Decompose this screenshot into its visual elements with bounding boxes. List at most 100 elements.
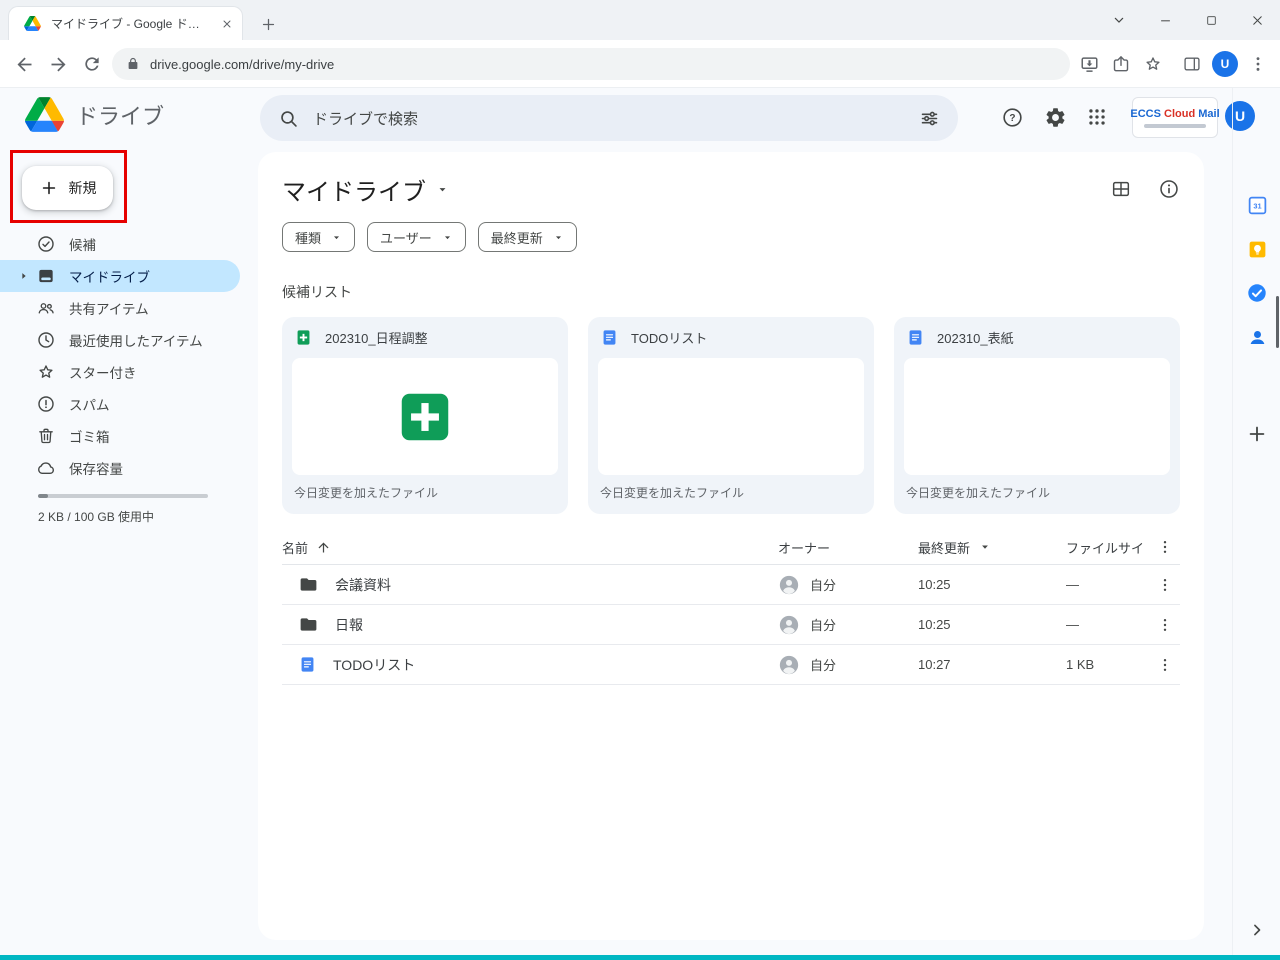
window-close-button[interactable] [1234, 0, 1280, 40]
card-caption: 今日変更を加えたファイル [894, 475, 1180, 510]
sidebar-item-trash[interactable]: ゴミ箱 [0, 420, 240, 452]
browser-tab[interactable]: マイドライブ - Google ドライブ [8, 6, 243, 40]
collapse-panel-icon[interactable] [1245, 918, 1269, 942]
storage-progress-bar [38, 494, 208, 498]
scrollbar-thumb[interactable] [1276, 296, 1279, 348]
window-maximize-button[interactable] [1188, 0, 1234, 40]
sidebar-item-my-drive[interactable]: マイドライブ [0, 260, 240, 292]
column-header-size-label: ファイルサイ [1066, 538, 1144, 557]
suggestions-section-label: 候補リスト [282, 282, 1180, 299]
storage-usage-text: 2 KB / 100 GB 使用中 [38, 508, 154, 525]
card-file-name: 202310_日程調整 [325, 328, 428, 347]
chip-type[interactable]: 種類 [282, 222, 355, 252]
settings-icon[interactable] [1042, 104, 1068, 130]
sheets-icon [294, 328, 313, 347]
side-panel-icon[interactable] [1180, 52, 1204, 76]
table-row-nippo[interactable]: 日報 自分 10:25 — [282, 605, 1180, 645]
column-header-modified[interactable]: 最終更新 [918, 538, 1066, 557]
card-file-name: TODOリスト [631, 328, 707, 347]
drive-wordmark: ドライブ [76, 99, 164, 131]
sidebar-item-recent[interactable]: 最近使用したアイテム [0, 324, 240, 356]
row-menu-button[interactable] [1150, 656, 1180, 674]
info-icon[interactable] [1158, 178, 1180, 200]
card-caption: 今日変更を加えたファイル [282, 475, 568, 510]
people-icon [36, 298, 56, 318]
browser-profile-avatar[interactable]: U [1212, 51, 1238, 77]
help-icon[interactable]: ? [999, 104, 1025, 130]
caret-down-icon [553, 232, 564, 243]
tab-close-icon[interactable] [218, 15, 236, 33]
tasks-icon[interactable] [1245, 281, 1269, 305]
sidebar-item-label: ゴミ箱 [69, 426, 110, 446]
table-row-kaigi[interactable]: 会議資料 自分 10:25 — [282, 565, 1180, 605]
card-caption: 今日変更を加えたファイル [588, 475, 874, 510]
new-tab-button[interactable] [254, 10, 282, 38]
drive-logo-home[interactable]: ドライブ [25, 97, 164, 132]
bookmark-star-icon[interactable] [1141, 52, 1165, 76]
sidebar-item-label: 最近使用したアイテム [69, 330, 203, 350]
refresh-button[interactable] [80, 52, 104, 76]
card-file-name: 202310_表紙 [937, 328, 1014, 347]
lock-icon[interactable] [126, 57, 140, 71]
card-preview [904, 358, 1170, 475]
tune-icon[interactable] [919, 108, 940, 129]
sidebar-item-spam[interactable]: スパム [0, 388, 240, 420]
back-button[interactable] [12, 52, 36, 76]
owner-avatar-icon [778, 654, 800, 676]
table-options-button[interactable] [1150, 538, 1180, 556]
row-menu-button[interactable] [1150, 576, 1180, 594]
modified-time: 10:25 [918, 577, 1066, 592]
forward-button[interactable] [46, 52, 70, 76]
file-name: 日報 [335, 615, 363, 635]
sidebar-item-storage[interactable]: 保存容量 [0, 452, 240, 484]
grid-view-icon[interactable] [1110, 178, 1132, 200]
spam-icon [36, 394, 56, 414]
file-name: TODOリスト [333, 655, 415, 675]
search-icon[interactable] [278, 108, 299, 129]
chip-user[interactable]: ユーザー [367, 222, 466, 252]
chip-label: 最終更新 [491, 228, 543, 247]
filter-chips: 種類 ユーザー 最終更新 [282, 222, 1180, 252]
sidebar-item-suggested[interactable]: 候補 [0, 228, 240, 260]
apps-grid-icon[interactable] [1084, 104, 1110, 130]
install-icon[interactable] [1077, 52, 1101, 76]
sheets-logo-icon [394, 386, 456, 448]
folder-icon [298, 614, 319, 635]
chip-label: 種類 [295, 228, 321, 247]
window-minimize-button[interactable] [1142, 0, 1188, 40]
sidebar-item-label: 共有アイテム [69, 298, 149, 318]
search-bar[interactable]: ドライブで検索 [260, 95, 958, 141]
browser-toolbar: drive.google.com/drive/my-drive U [0, 40, 1280, 88]
column-header-name[interactable]: 名前 [282, 538, 778, 557]
contacts-icon[interactable] [1245, 325, 1269, 349]
share-icon[interactable] [1109, 52, 1133, 76]
page-title-dropdown[interactable]: マイドライブ [282, 172, 449, 207]
sidebar-item-starred[interactable]: スター付き [0, 356, 240, 388]
modified-time: 10:27 [918, 657, 1066, 672]
main-content: マイドライブ 種類 [258, 152, 1204, 940]
browser-menu-icon[interactable] [1246, 52, 1270, 76]
sidebar-item-label: スパム [69, 394, 110, 414]
owner-label: 自分 [810, 615, 836, 634]
suggested-card-sheets[interactable]: 202310_日程調整 今日変更を加えたファイル [282, 317, 568, 514]
tab-search-chevron-icon[interactable] [1096, 0, 1142, 40]
keep-icon[interactable] [1245, 237, 1269, 261]
search-input[interactable]: ドライブで検索 [313, 108, 905, 129]
suggested-card-todo[interactable]: TODOリスト 今日変更を加えたファイル [588, 317, 874, 514]
row-menu-button[interactable] [1150, 616, 1180, 634]
window-controls [1096, 0, 1280, 40]
column-header-name-label: 名前 [282, 538, 308, 557]
sidebar-item-shared[interactable]: 共有アイテム [0, 292, 240, 324]
screen-edge-strip [0, 955, 1280, 960]
chip-modified[interactable]: 最終更新 [478, 222, 577, 252]
add-icon[interactable] [1245, 422, 1269, 446]
table-row-todo[interactable]: TODOリスト 自分 10:27 1 KB [282, 645, 1180, 685]
eccs-cloud-mail-badge[interactable]: ECCS Cloud Mail [1132, 97, 1218, 138]
caret-down-icon [436, 183, 449, 196]
address-bar[interactable]: drive.google.com/drive/my-drive [112, 48, 1070, 80]
caret-right-icon[interactable] [19, 271, 29, 281]
suggested-card-cover[interactable]: 202310_表紙 今日変更を加えたファイル [894, 317, 1180, 514]
svg-text:?: ? [1009, 113, 1015, 124]
cloud-icon [36, 458, 56, 478]
calendar-icon[interactable]: 31 [1245, 193, 1269, 217]
